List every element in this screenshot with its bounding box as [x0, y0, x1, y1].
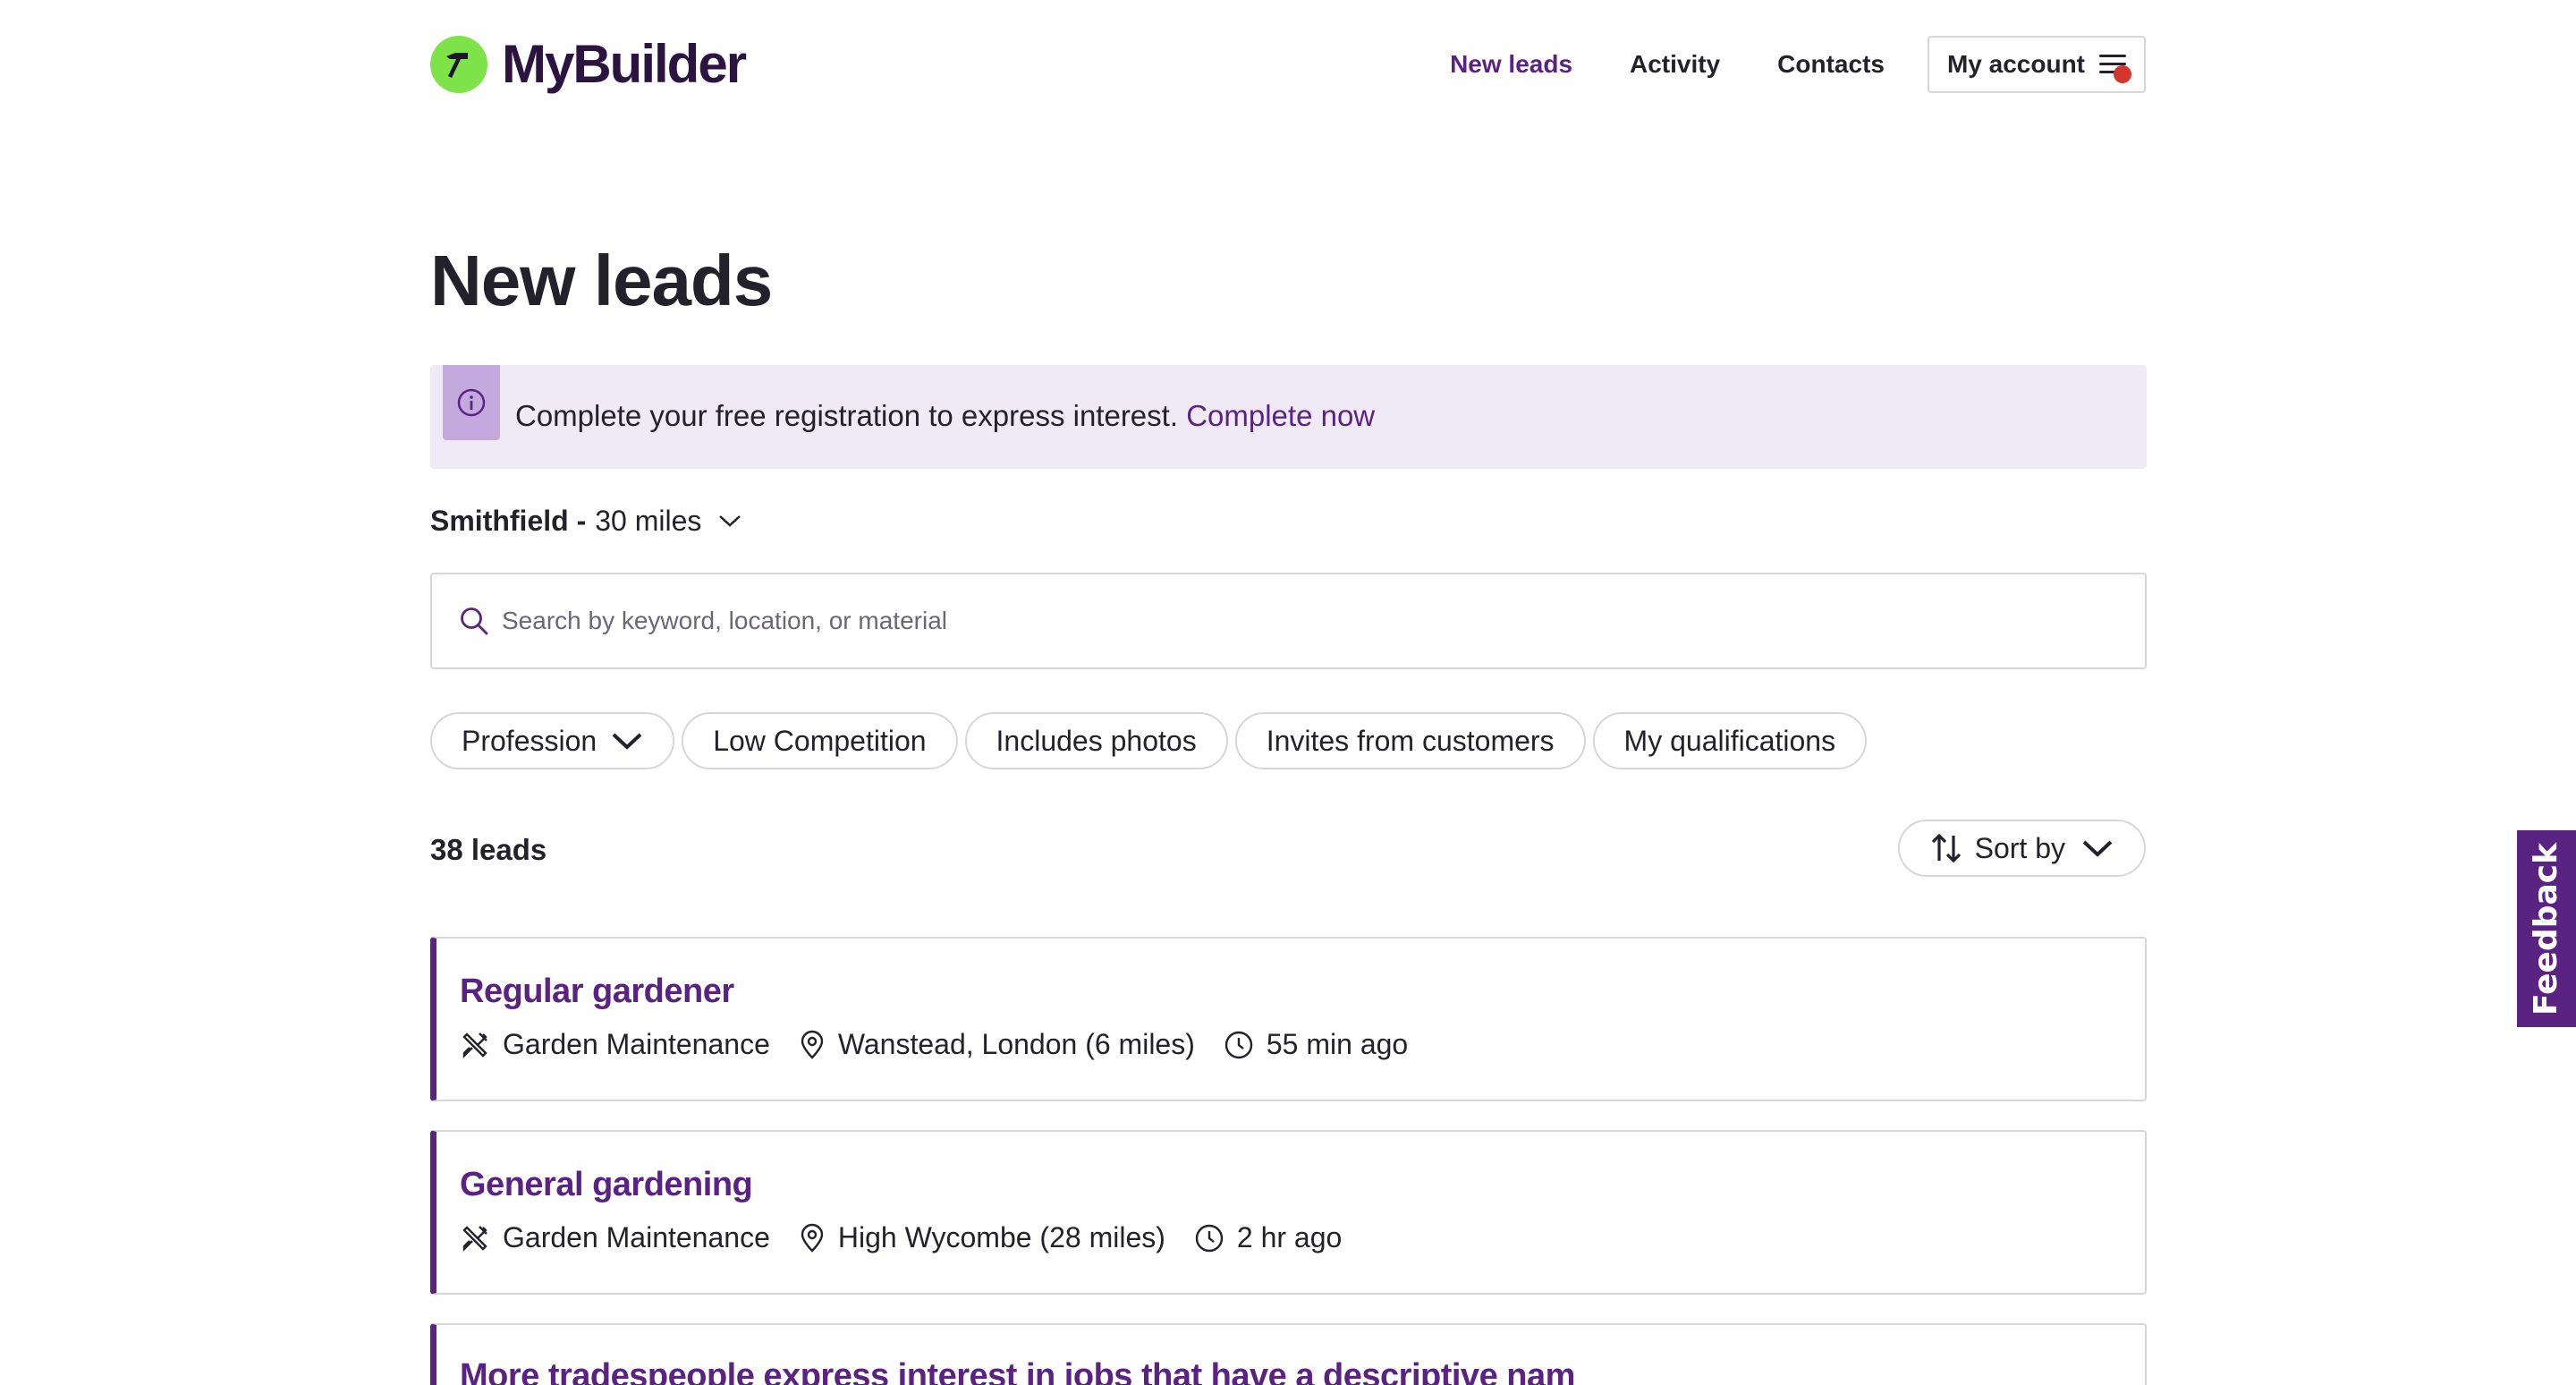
location-place: Smithfield -	[430, 504, 587, 537]
map-pin-icon	[801, 1030, 824, 1059]
lead-card[interactable]: Regular gardener Garden Maintenance Wans…	[430, 937, 2147, 1101]
sort-label: Sort by	[1974, 831, 2065, 864]
chevron-down-icon	[2082, 840, 2113, 857]
search-box	[430, 573, 2147, 669]
lead-category: Garden Maintenance	[460, 1028, 770, 1061]
sort-button[interactable]: Sort by	[1897, 820, 2146, 877]
lead-card[interactable]: General gardening Garden Maintenance Hig…	[430, 1130, 2147, 1295]
clock-icon	[1224, 1031, 1253, 1058]
lead-title[interactable]: General gardening	[460, 1166, 753, 1204]
lead-location: High Wycombe (28 miles)	[799, 1221, 1165, 1254]
lead-title[interactable]: Regular gardener	[460, 973, 734, 1011]
notification-dot	[2114, 65, 2131, 83]
my-account-button[interactable]: My account	[1927, 36, 2146, 93]
feedback-tab[interactable]: Feedback	[2517, 830, 2576, 1027]
tools-icon	[462, 1032, 487, 1058]
lead-time: 55 min ago	[1224, 1028, 1408, 1061]
registration-banner: Complete your free registration to expre…	[430, 365, 2147, 469]
includes-photos-filter[interactable]: Includes photos	[964, 712, 1228, 769]
banner-text: Complete your free registration to expre…	[515, 399, 1179, 432]
lead-location-label: High Wycombe (28 miles)	[837, 1221, 1165, 1253]
info-icon	[443, 365, 500, 440]
profession-label: Profession	[462, 724, 597, 757]
nav-new-leads[interactable]: New leads	[1450, 50, 1572, 79]
page-title: New leads	[430, 241, 773, 320]
tools-icon	[462, 1225, 487, 1252]
lead-location: Wanstead, London (6 miles)	[799, 1028, 1195, 1061]
banner-message: Complete your free registration to expre…	[515, 399, 1375, 433]
lead-location-label: Wanstead, London (6 miles)	[837, 1028, 1195, 1060]
location-radius: 30 miles	[595, 504, 702, 537]
lead-card[interactable]: More tradespeople express interest in jo…	[430, 1323, 2147, 1385]
lead-category-label: Garden Maintenance	[503, 1028, 770, 1060]
logo[interactable]: MyBuilder	[430, 34, 747, 94]
search-input[interactable]	[502, 607, 2022, 635]
search-icon	[461, 608, 488, 635]
lead-title[interactable]: More tradespeople express interest in jo…	[460, 1357, 1575, 1385]
lead-time-label: 2 hr ago	[1236, 1221, 1343, 1253]
complete-now-link[interactable]: Complete now	[1186, 399, 1375, 432]
map-pin-icon	[801, 1223, 824, 1253]
lead-meta: Garden Maintenance High Wycombe (28 mile…	[460, 1221, 1370, 1254]
lead-time: 2 hr ago	[1194, 1221, 1342, 1254]
nav-activity[interactable]: Activity	[1630, 50, 1720, 79]
feedback-label: Feedback	[2528, 842, 2565, 1015]
chevron-down-icon	[719, 515, 741, 527]
my-account-label: My account	[1946, 50, 2085, 78]
nav-contacts[interactable]: Contacts	[1777, 50, 1885, 79]
leads-count: 38 leads	[430, 833, 547, 866]
invites-from-customers-filter[interactable]: Invites from customers	[1234, 712, 1586, 769]
lead-time-label: 55 min ago	[1266, 1028, 1409, 1060]
hammer-logo-icon	[430, 36, 487, 93]
brand-name: MyBuilder	[502, 34, 747, 94]
low-competition-filter[interactable]: Low Competition	[682, 712, 958, 769]
chevron-down-icon	[612, 733, 642, 750]
top-nav: New leads Activity Contacts My account	[1393, 36, 2146, 93]
profession-filter[interactable]: Profession	[430, 712, 675, 769]
my-qualifications-filter[interactable]: My qualifications	[1592, 712, 1868, 769]
page: MyBuilder New leads Activity Contacts My…	[0, 0, 2576, 1385]
location-selector[interactable]: Smithfield - 30 miles	[430, 501, 742, 540]
lead-category-label: Garden Maintenance	[503, 1221, 770, 1253]
sort-arrows-icon	[1931, 833, 1961, 863]
filter-bar: Profession Low Competition Includes phot…	[430, 712, 1874, 769]
lead-meta: Garden Maintenance Wanstead, London (6 m…	[460, 1028, 1436, 1061]
clock-icon	[1195, 1224, 1224, 1252]
menu-icon	[2099, 53, 2131, 83]
lead-category: Garden Maintenance	[460, 1221, 770, 1254]
